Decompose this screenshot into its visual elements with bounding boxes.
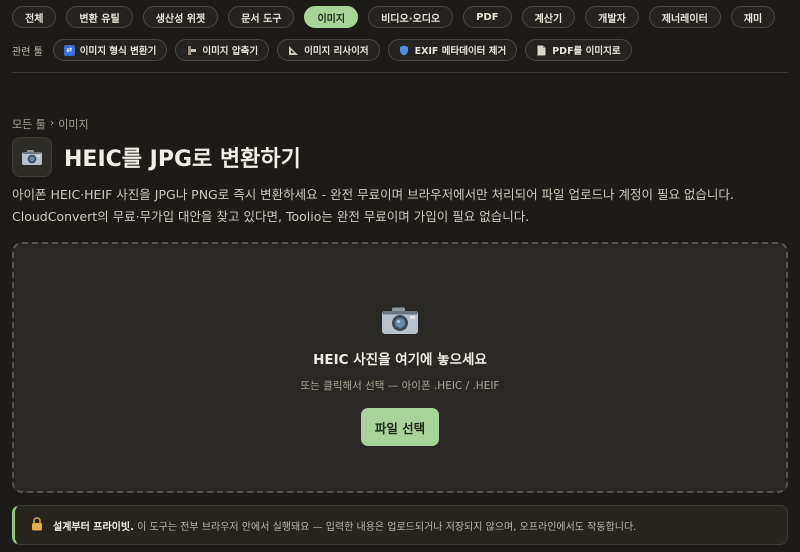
related-item-label: EXIF 메타데이터 제거 (414, 46, 507, 57)
privacy-notice: 설계부터 프라이빗. 이 도구는 전부 브라우저 안에서 실행돼요 — 입력한 … (12, 505, 788, 545)
related-exif-remover[interactable]: EXIF 메타데이터 제거 (387, 39, 518, 61)
choose-file-button[interactable]: 파일 선택 (360, 408, 440, 446)
page-header: HEIC를 JPG로 변환하기 (12, 137, 301, 177)
page-title: HEIC를 JPG로 변환하기 (64, 147, 301, 172)
privacy-heading: 설계부터 프라이빗. (53, 521, 134, 533)
dropzone-subtitle: 또는 클릭해서 선택 — 아이폰 .HEIC / .HEIF (300, 380, 500, 392)
category-conversion-utils[interactable]: 변환 유틸 (66, 6, 133, 28)
category-video-audio[interactable]: 비디오·오디오 (368, 6, 454, 28)
breadcrumb-current: 이미지 (58, 118, 89, 131)
document-icon (536, 45, 547, 56)
ruler-icon (288, 45, 299, 56)
related-image-compressor[interactable]: 이미지 압축기 (175, 39, 270, 61)
header-divider (12, 72, 788, 73)
category-productivity-widgets[interactable]: 생산성 위젯 (142, 6, 219, 28)
lock-icon (31, 516, 43, 534)
breadcrumb-separator: › (49, 116, 55, 129)
related-pdf-to-image[interactable]: PDF를 이미지로 (525, 39, 632, 61)
related-item-label: 이미지 압축기 (202, 46, 259, 57)
category-developer[interactable]: 개발자 (585, 6, 639, 28)
related-item-label: 이미지 형식 변환기 (79, 46, 157, 57)
category-filter-bar: 전체 변환 유틸 생산성 위젯 문서 도구 이미지 비디오·오디오 PDF 계산… (12, 6, 788, 28)
privacy-text: 이 도구는 전부 브라우저 안에서 실행돼요 — 입력한 내용은 업로드되거나 … (137, 521, 637, 533)
category-pdf[interactable]: PDF (463, 6, 512, 28)
related-tools-label: 관련 툴 (12, 46, 43, 58)
category-image[interactable]: 이미지 (304, 6, 359, 28)
category-generator[interactable]: 제너레이터 (648, 6, 721, 28)
dropzone-title: HEIC 사진을 여기에 놓으세요 (313, 352, 487, 368)
related-image-format-converter[interactable]: ⇄ 이미지 형식 변환기 (52, 39, 168, 61)
shield-icon (399, 45, 410, 56)
related-tools-bar: 관련 툴 ⇄ 이미지 형식 변환기 이미지 압축기 이미지 리사이저 EXIF … (12, 39, 788, 61)
convert-icon: ⇄ (63, 44, 75, 56)
camera-icon (12, 137, 52, 177)
related-item-label: PDF를 이미지로 (552, 46, 621, 57)
page-description: 아이폰 HEIC·HEIF 사진을 JPG나 PNG로 즉시 변환하세요 - 완… (12, 187, 734, 224)
category-fun[interactable]: 재미 (730, 6, 776, 28)
category-document-tools[interactable]: 문서 도구 (228, 6, 295, 28)
breadcrumb: 모든 툴 › 이미지 (12, 116, 89, 132)
category-calculator[interactable]: 계산기 (521, 6, 576, 28)
category-all[interactable]: 전체 (12, 6, 57, 28)
file-dropzone[interactable]: HEIC 사진을 여기에 놓으세요 또는 클릭해서 선택 — 아이폰 .HEIC… (12, 242, 788, 493)
camera-icon (381, 306, 419, 336)
related-item-label: 이미지 리사이저 (304, 46, 369, 57)
related-image-resizer[interactable]: 이미지 리사이저 (277, 39, 380, 61)
breadcrumb-all-tools[interactable]: 모든 툴 (12, 116, 46, 132)
clamp-icon (186, 45, 197, 56)
